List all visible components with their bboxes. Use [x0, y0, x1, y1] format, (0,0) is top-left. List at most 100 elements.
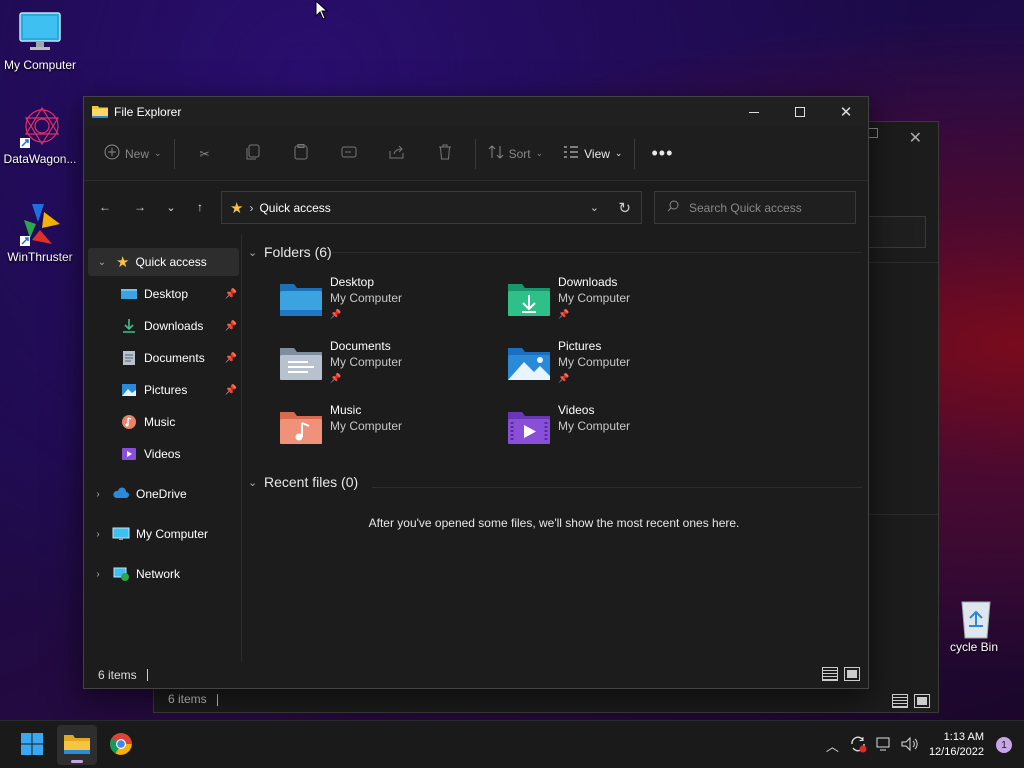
desktop-icon-label: cycle Bin: [950, 640, 999, 654]
desktop-icon-winthruster[interactable]: WinThruster: [0, 202, 80, 264]
nav-item-onedrive[interactable]: › OneDrive: [84, 478, 241, 510]
close-icon[interactable]: ✕: [909, 128, 922, 148]
recent-files-empty-message: After you've opened some files, we'll sh…: [368, 516, 740, 530]
documents-folder-icon: [278, 344, 324, 384]
pin-icon: 📌: [558, 373, 570, 383]
winthruster-app-icon: [18, 202, 62, 246]
taskbar-chrome[interactable]: [101, 725, 141, 765]
divider: [146, 669, 148, 681]
chevron-right-icon[interactable]: ›: [84, 569, 112, 580]
chevron-down-icon[interactable]: ⌄: [88, 257, 116, 268]
folder-tile-videos[interactable]: Videos My Computer: [506, 402, 734, 458]
desktop-icon-datawagon[interactable]: DataWagon...: [0, 104, 80, 166]
cut-button[interactable]: ✂: [181, 138, 229, 170]
nav-item-my-computer[interactable]: › My Computer: [84, 518, 241, 550]
nav-item-network[interactable]: › Network: [84, 558, 241, 590]
chevron-down-icon: ⌄: [535, 148, 544, 158]
clipboard-icon: [294, 144, 308, 163]
minimize-button[interactable]: [731, 97, 777, 127]
folder-name: Downloads: [558, 275, 618, 289]
refresh-icon[interactable]: ↻: [618, 199, 631, 217]
share-button[interactable]: [373, 138, 421, 170]
folder-tile-downloads[interactable]: Downloads My Computer 📌: [506, 274, 734, 330]
delete-button[interactable]: [421, 138, 469, 170]
datawagon-app-icon: [18, 104, 62, 148]
close-button[interactable]: ✕: [823, 97, 869, 127]
nav-item-quick-access[interactable]: ⌄ ★ Quick access: [88, 248, 239, 276]
file-explorer-window[interactable]: File Explorer ✕ New ⌄ ✂ Sort ⌄ View ⌄ ••…: [83, 96, 869, 689]
sync-icon[interactable]: [849, 735, 867, 756]
divider: [634, 138, 636, 169]
forward-button[interactable]: →: [125, 192, 155, 222]
taskbar-file-explorer[interactable]: [57, 725, 97, 765]
chevron-down-icon[interactable]: ⌄: [590, 201, 599, 214]
folder-name: Documents: [330, 339, 391, 353]
breadcrumb-chevron-icon: ›: [249, 200, 254, 215]
nav-item-music[interactable]: Music: [84, 406, 241, 438]
tiles-view-icon[interactable]: [914, 694, 930, 708]
title-bar[interactable]: File Explorer ✕: [84, 97, 868, 127]
document-icon: [120, 350, 138, 366]
volume-icon[interactable]: [901, 736, 919, 755]
nav-item-pictures[interactable]: Pictures 📌: [84, 374, 241, 406]
maximize-button[interactable]: [777, 97, 823, 127]
arrow-up-icon: ↑: [197, 200, 203, 214]
rename-icon: [341, 145, 357, 162]
breadcrumb-location[interactable]: Quick access: [259, 201, 330, 215]
chevron-right-icon[interactable]: ›: [84, 489, 112, 500]
nav-item-documents[interactable]: Documents 📌: [84, 342, 241, 374]
folder-tile-music[interactable]: Music My Computer: [278, 402, 506, 458]
nav-item-downloads[interactable]: Downloads 📌: [84, 310, 241, 342]
folder-name: Videos: [558, 403, 595, 417]
clock-time: 1:13 AM: [943, 731, 984, 743]
desktop-icon-my-computer[interactable]: My Computer: [0, 10, 80, 72]
star-icon: ★: [230, 199, 244, 217]
divider: [173, 138, 175, 169]
folder-grid: Desktop My Computer 📌 Downloads My Computer…: [278, 274, 860, 458]
paste-button[interactable]: [277, 138, 325, 170]
more-options-button[interactable]: •••: [641, 138, 683, 170]
desktop-icon-recycle-bin[interactable]: cycle Bin: [950, 596, 1024, 654]
network-icon[interactable]: [875, 736, 893, 755]
rename-button[interactable]: [325, 138, 373, 170]
nav-item-desktop[interactable]: Desktop 📌: [84, 278, 241, 310]
folders-heading: Folders (6): [264, 244, 332, 260]
minimize-icon: [749, 111, 759, 113]
copy-button[interactable]: [229, 138, 277, 170]
details-view-icon[interactable]: [822, 667, 838, 681]
clock-date: 12/16/2022: [928, 746, 984, 758]
notification-badge[interactable]: 1: [996, 737, 1012, 753]
divider: [332, 252, 862, 253]
desktop-icon-label: DataWagon...: [3, 152, 77, 166]
recent-files-section-header[interactable]: ⌄ Recent files (0): [248, 472, 860, 492]
nav-item-videos[interactable]: Videos: [84, 438, 241, 470]
details-view-icon[interactable]: [892, 694, 908, 708]
recent-locations-button[interactable]: ⌄: [156, 192, 186, 222]
back-button[interactable]: ←: [90, 192, 120, 222]
folder-tile-pictures[interactable]: Pictures My Computer 📌: [506, 338, 734, 394]
sort-button[interactable]: Sort ⌄: [482, 138, 550, 170]
divider: [372, 487, 862, 488]
chevron-down-icon: ⌄: [248, 476, 258, 489]
folder-tile-desktop[interactable]: Desktop My Computer 📌: [278, 274, 506, 330]
search-icon: [667, 200, 679, 215]
maximize-icon[interactable]: [868, 128, 878, 138]
address-bar[interactable]: ★ › Quick access ⌄ ↻: [221, 191, 642, 224]
up-button[interactable]: ↑: [185, 192, 215, 222]
chevron-right-icon[interactable]: ›: [84, 529, 112, 540]
folder-tile-documents[interactable]: Documents My Computer 📌: [278, 338, 506, 394]
pin-icon: 📌: [224, 320, 237, 332]
search-input[interactable]: Search Quick access: [654, 191, 856, 224]
view-button[interactable]: View ⌄: [557, 138, 628, 170]
view-list-icon: [563, 145, 579, 162]
pin-icon: 📌: [330, 309, 342, 319]
start-button[interactable]: [12, 725, 52, 765]
active-app-indicator: [71, 760, 83, 763]
new-button[interactable]: New ⌄: [98, 138, 168, 170]
clock[interactable]: 1:13 AM 12/16/2022: [929, 730, 984, 760]
status-item-count: 6 items: [168, 692, 218, 706]
chevron-up-icon[interactable]: ︿: [826, 736, 839, 755]
tiles-view-icon[interactable]: [844, 667, 860, 681]
nav-item-label: Network: [136, 567, 181, 581]
monitor-icon: [18, 10, 62, 54]
